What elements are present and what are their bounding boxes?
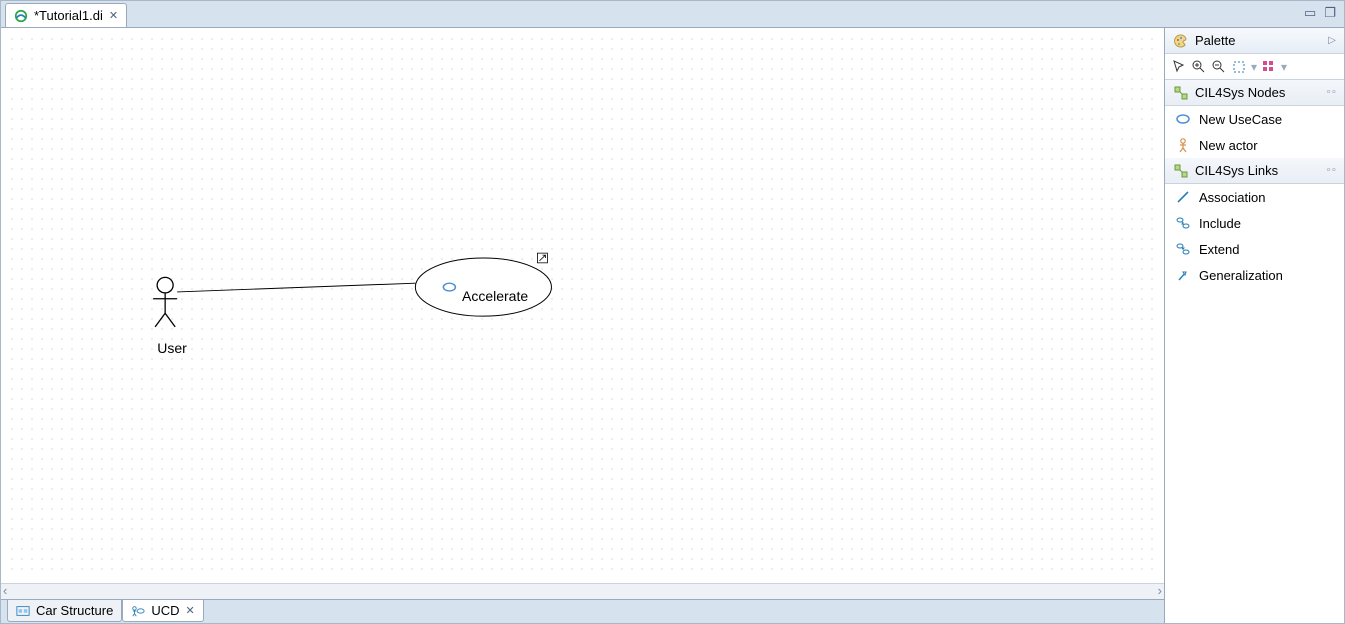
collapse-chevron-icon[interactable]: ▷ — [1328, 35, 1336, 46]
actor-icon — [1175, 137, 1191, 153]
palette-item-new-actor[interactable]: New actor — [1165, 132, 1344, 158]
include-icon — [1175, 215, 1191, 231]
papyrus-file-icon — [14, 9, 28, 23]
section-icon — [1173, 85, 1189, 101]
close-diagram-tab-icon[interactable]: ✕ — [185, 604, 194, 617]
palette-item-label: Generalization — [1199, 268, 1283, 283]
palette-item-label: Association — [1199, 190, 1265, 205]
horizontal-scrollbar[interactable] — [1, 583, 1164, 599]
palette-header[interactable]: Palette ▷ — [1165, 28, 1344, 54]
zoom-in-icon[interactable] — [1191, 59, 1207, 75]
palette-item-include[interactable]: Include — [1165, 210, 1344, 236]
palette-item-new-usecase[interactable]: New UseCase — [1165, 106, 1344, 132]
association-edge[interactable] — [177, 283, 415, 292]
diagram-tab-ucd[interactable]: UCD ✕ — [122, 600, 203, 622]
palette-section-nodes[interactable]: CIL4Sys Nodes ∘∘ — [1165, 80, 1344, 106]
dropdown-chevron-icon[interactable]: ▾ — [1281, 60, 1287, 74]
palette-item-label: New UseCase — [1199, 112, 1282, 127]
palette-icon — [1173, 33, 1189, 49]
pin-icon[interactable]: ∘∘ — [1325, 87, 1336, 98]
palette-panel: Palette ▷ ▾ ▾ CIL4Sys Nodes — [1164, 28, 1344, 623]
usecase-node[interactable] — [415, 253, 551, 316]
diagram-tab-bar: Car Structure UCD ✕ — [1, 599, 1164, 623]
minimize-view-icon[interactable]: ▭ — [1304, 5, 1316, 21]
palette-item-association[interactable]: Association — [1165, 184, 1344, 210]
palette-title: Palette — [1195, 33, 1235, 48]
editor-tab[interactable]: *Tutorial1.di ✕ — [5, 3, 127, 27]
grid-tool-icon[interactable] — [1261, 59, 1277, 75]
editor-tab-title: *Tutorial1.di — [34, 8, 103, 23]
palette-item-generalization[interactable]: Generalization — [1165, 262, 1344, 288]
palette-section-links[interactable]: CIL4Sys Links ∘∘ — [1165, 158, 1344, 184]
block-diagram-icon — [16, 604, 30, 618]
pointer-tool-icon[interactable] — [1171, 59, 1187, 75]
extend-icon — [1175, 241, 1191, 257]
marquee-tool-icon[interactable] — [1231, 59, 1247, 75]
actor-label: User — [147, 340, 197, 356]
palette-item-extend[interactable]: Extend — [1165, 236, 1344, 262]
diagram-tab-car-structure[interactable]: Car Structure — [7, 600, 122, 622]
usecase-icon — [1175, 111, 1191, 127]
association-icon — [1175, 189, 1191, 205]
section-icon — [1173, 163, 1189, 179]
close-tab-icon[interactable]: ✕ — [109, 9, 118, 22]
usecase-diagram-icon — [131, 604, 145, 618]
palette-item-label: Extend — [1199, 242, 1239, 257]
diagram-tab-label: UCD — [151, 603, 179, 618]
palette-item-label: Include — [1199, 216, 1241, 231]
diagram-canvas-viewport[interactable]: User Accelerate — [1, 28, 1164, 583]
maximize-view-icon[interactable]: ❐ — [1324, 5, 1336, 21]
palette-toolbar: ▾ ▾ — [1165, 54, 1344, 80]
editor-tab-bar: *Tutorial1.di ✕ ▭ ❐ — [1, 1, 1344, 27]
section-title: CIL4Sys Nodes — [1195, 85, 1285, 100]
dropdown-chevron-icon[interactable]: ▾ — [1251, 60, 1257, 74]
usecase-label: Accelerate — [462, 288, 528, 304]
generalization-icon — [1175, 267, 1191, 283]
pin-icon[interactable]: ∘∘ — [1325, 165, 1336, 176]
actor-node[interactable] — [153, 277, 177, 326]
palette-item-label: New actor — [1199, 138, 1258, 153]
diagram-canvas[interactable]: User Accelerate — [7, 34, 1158, 577]
zoom-out-icon[interactable] — [1211, 59, 1227, 75]
section-title: CIL4Sys Links — [1195, 163, 1278, 178]
diagram-tab-label: Car Structure — [36, 603, 113, 618]
